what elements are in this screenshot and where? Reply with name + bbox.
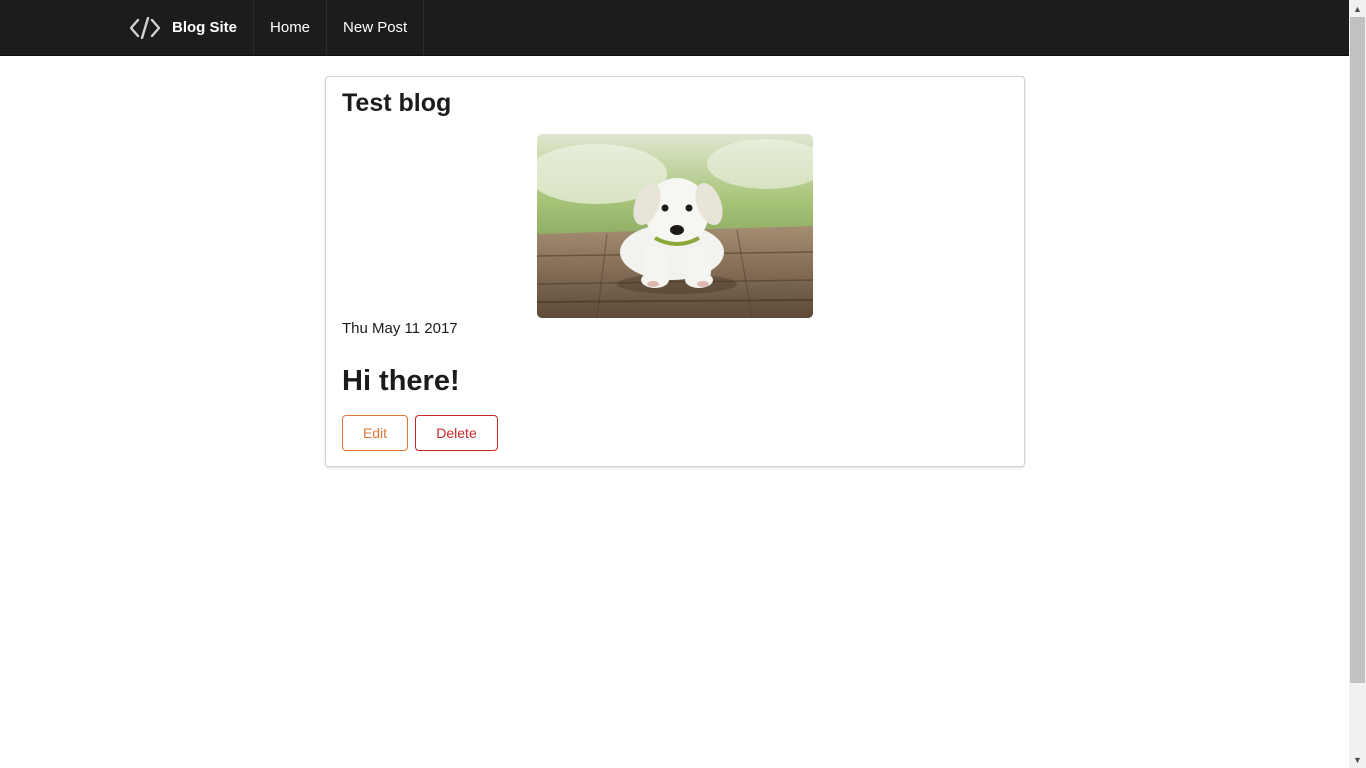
post-image bbox=[537, 134, 813, 318]
top-navbar: Blog Site Home New Post bbox=[0, 0, 1349, 56]
nav-item-label: New Post bbox=[343, 19, 408, 36]
scroll-thumb[interactable] bbox=[1350, 17, 1365, 683]
post-title: Test blog bbox=[342, 89, 452, 117]
brand-label: Blog Site bbox=[172, 19, 238, 36]
post-card: Test blog Thu May 11 2017 Hi there! Edit… bbox=[325, 76, 1025, 467]
scroll-up-icon[interactable]: ▲ bbox=[1349, 0, 1366, 17]
code-icon bbox=[130, 16, 160, 39]
nav-item-home[interactable]: Home bbox=[254, 0, 328, 55]
vertical-scrollbar[interactable]: ▲ ▼ bbox=[1349, 0, 1366, 768]
edit-button[interactable]: Edit bbox=[342, 415, 408, 451]
delete-button[interactable]: Delete bbox=[415, 415, 498, 451]
brand-link[interactable]: Blog Site bbox=[114, 0, 255, 55]
nav-menu: Blog Site Home New Post bbox=[114, 0, 425, 55]
nav-item-new-post[interactable]: New Post bbox=[327, 0, 425, 55]
nav-item-label: Home bbox=[270, 19, 311, 36]
scroll-down-icon[interactable]: ▼ bbox=[1349, 751, 1366, 768]
post-body: Hi there! bbox=[342, 365, 460, 397]
post-date: Thu May 11 2017 bbox=[342, 320, 458, 337]
